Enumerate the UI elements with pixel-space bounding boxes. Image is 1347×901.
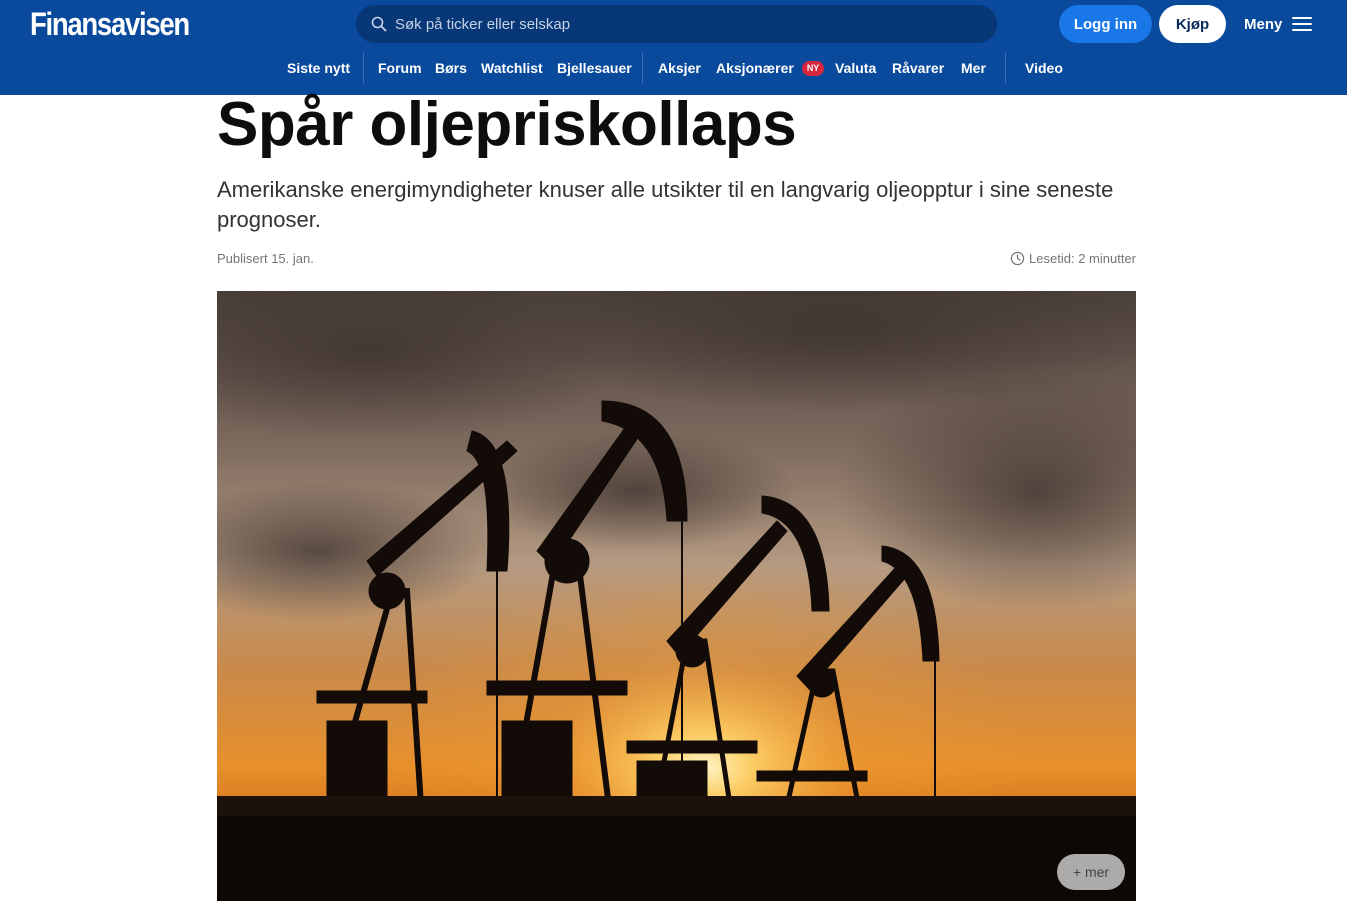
login-button[interactable]: Logg inn <box>1059 5 1152 43</box>
nav-item-siste-nytt[interactable]: Siste nytt <box>287 50 350 86</box>
nav-divider <box>1005 52 1006 84</box>
nav-item-valuta[interactable]: Valuta <box>835 50 876 86</box>
nav-item-bjellesauer[interactable]: Bjellesauer <box>557 50 632 86</box>
search-icon <box>371 16 387 32</box>
nav-divider <box>363 52 364 84</box>
nav-item-label: Aksjonærer <box>716 60 794 76</box>
article-hero-image[interactable] <box>217 291 1136 901</box>
nav-item-aksjer[interactable]: Aksjer <box>658 50 701 86</box>
main-navigation: Siste nytt Forum Børs Watchlist Bjellesa… <box>0 50 1347 86</box>
article-title: Spår oljepriskollaps <box>217 90 797 159</box>
reading-time-label: Lesetid: 2 minutter <box>1029 251 1136 266</box>
reading-time: Lesetid: 2 minutter <box>1010 251 1136 266</box>
nav-item-video[interactable]: Video <box>1025 50 1063 86</box>
search-input[interactable]: Søk på ticker eller selskap <box>395 16 570 33</box>
image-more-button[interactable]: + mer <box>1057 854 1125 890</box>
site-logo[interactable]: Finansavisen <box>30 6 190 43</box>
nav-divider <box>642 52 643 84</box>
nav-item-mer[interactable]: Mer <box>961 50 986 86</box>
menu-label: Meny <box>1244 15 1283 33</box>
nav-item-ravarer[interactable]: Råvarer <box>892 50 944 86</box>
nav-item-forum[interactable]: Forum <box>378 50 422 86</box>
search-bar[interactable]: Søk på ticker eller selskap <box>356 5 997 43</box>
nav-item-bors[interactable]: Børs <box>435 50 467 86</box>
oil-pumpjacks-sunset-photo <box>217 291 1136 901</box>
site-header: Finansavisen Søk på ticker eller selskap… <box>0 0 1347 95</box>
menu-button[interactable]: Meny <box>1244 5 1313 43</box>
buy-button[interactable]: Kjøp <box>1159 5 1226 43</box>
nav-item-aksjonaerer[interactable]: Aksjonærer NY <box>716 50 825 86</box>
published-date: Publisert 15. jan. <box>217 251 314 266</box>
hamburger-icon <box>1292 17 1313 31</box>
new-badge: NY <box>801 61 825 76</box>
nav-item-watchlist[interactable]: Watchlist <box>481 50 543 86</box>
article-lead: Amerikanske energimyndigheter knuser all… <box>217 177 1114 232</box>
clock-icon <box>1010 251 1025 266</box>
